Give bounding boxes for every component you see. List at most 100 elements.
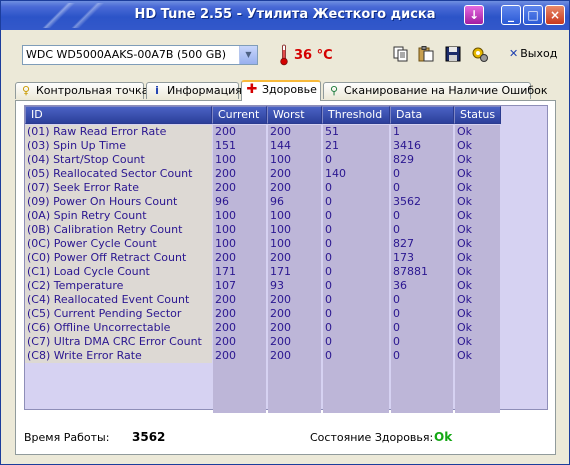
table-row[interactable]: (05) Reallocated Sector Count 200 200 140 0 O…	[25, 167, 495, 181]
cell-threshold: 0	[325, 209, 332, 222]
uptime-value: 3562	[132, 430, 166, 444]
options-icon[interactable]	[471, 45, 489, 63]
copy-icon[interactable]	[392, 45, 410, 63]
column-header-current[interactable]: Current	[212, 106, 267, 124]
cell-data: 173	[393, 251, 414, 264]
cell-threshold: 140	[325, 167, 346, 180]
cell-current: 151	[215, 139, 236, 152]
cell-id: (C7) Ultra DMA CRC Error Count	[25, 335, 212, 349]
health-panel: ID Current Worst Threshold Data Status (…	[15, 100, 556, 455]
tab-label: Контрольная точка	[36, 84, 149, 97]
cell-status: Ok	[457, 265, 473, 278]
table-row[interactable]: (07) Seek Error Rate 200 200 0 0 Ok	[25, 181, 495, 195]
table-row[interactable]: (0A) Spin Retry Count 100 100 0 0 Ok	[25, 209, 495, 223]
cell-id: (0A) Spin Retry Count	[25, 209, 212, 223]
table-row[interactable]: (C7) Ultra DMA CRC Error Count 200 200 0 0 Ok	[25, 335, 495, 349]
title-bar[interactable]: HD Tune 2.55 - Утилита Жесткого диска ↓ …	[1, 1, 569, 30]
cell-current: 200	[215, 293, 236, 306]
cell-data: 36	[393, 279, 407, 292]
cell-worst: 100	[270, 153, 291, 166]
cell-id: (05) Reallocated Sector Count	[25, 167, 212, 181]
cell-status: Ok	[457, 195, 473, 208]
column-header-worst[interactable]: Worst	[267, 106, 322, 124]
cell-threshold: 0	[325, 265, 332, 278]
cell-threshold: 0	[325, 335, 332, 348]
column-header-status[interactable]: Status	[454, 106, 501, 124]
minimize-button[interactable]: _	[501, 5, 521, 25]
smart-table[interactable]: ID Current Worst Threshold Data Status (…	[24, 105, 548, 413]
cell-data: 0	[393, 307, 400, 320]
close-button[interactable]: ×	[545, 5, 565, 25]
cell-id: (03) Spin Up Time	[25, 139, 212, 153]
table-row[interactable]: (C6) Offline Uncorrectable 200 200 0 0 Ok	[25, 321, 495, 335]
tab-label: Информация	[167, 84, 242, 97]
exit-label: Выход	[520, 47, 558, 60]
cell-threshold: 0	[325, 181, 332, 194]
table-row[interactable]: (09) Power On Hours Count 96 96 0 3562 Ok	[25, 195, 495, 209]
drive-select[interactable]: WDC WD5000AAKS-00A7B (500 GB) ▼	[22, 45, 258, 65]
cell-current: 200	[215, 349, 236, 362]
column-header-threshold[interactable]: Threshold	[322, 106, 390, 124]
tab-benchmark[interactable]: ♀ Контрольная точка	[15, 82, 148, 99]
health-cross-icon: ✚	[246, 82, 258, 97]
cell-status: Ok	[457, 321, 473, 334]
cell-threshold: 0	[325, 251, 332, 264]
cell-id: (C6) Offline Uncorrectable	[25, 321, 212, 335]
exit-button[interactable]: ✕ Выход	[509, 47, 557, 60]
tab-label: Сканирование на Наличие Ошибок	[344, 84, 548, 97]
table-row[interactable]: (03) Spin Up Time 151 144 21 3416 Ok	[25, 139, 495, 153]
cell-current: 100	[215, 223, 236, 236]
table-row[interactable]: (C8) Write Error Rate 200 200 0 0 Ok	[25, 349, 495, 363]
column-header-id[interactable]: ID	[25, 106, 212, 124]
cell-current: 96	[215, 195, 229, 208]
download-icon[interactable]: ↓	[464, 5, 484, 25]
table-row[interactable]: (04) Start/Stop Count 100 100 0 829 Ok	[25, 153, 495, 167]
cell-status: Ok	[457, 181, 473, 194]
cell-worst: 100	[270, 223, 291, 236]
cell-data: 829	[393, 153, 414, 166]
table-row[interactable]: (C2) Temperature 107 93 0 36 Ok	[25, 279, 495, 293]
maximize-button[interactable]: □	[523, 5, 543, 25]
column-header-data[interactable]: Data	[390, 106, 454, 124]
magnifier-icon: ⚲	[329, 84, 339, 97]
cell-current: 171	[215, 265, 236, 278]
table-row[interactable]: (C5) Current Pending Sector 200 200 0 0 Ok	[25, 307, 495, 321]
toolbar: WDC WD5000AAKS-00A7B (500 GB) ▼ 36 °C ✕ …	[1, 30, 569, 80]
tab-error-scan[interactable]: ⚲ Сканирование на Наличие Ошибок	[323, 82, 548, 99]
table-row[interactable]: (C4) Reallocated Event Count 200 200 0 0 Ok	[25, 293, 495, 307]
cell-id: (01) Raw Read Error Rate	[25, 125, 212, 139]
cell-worst: 200	[270, 349, 291, 362]
paste-icon[interactable]	[417, 45, 435, 63]
chevron-down-icon[interactable]: ▼	[239, 46, 257, 64]
table-row[interactable]: (01) Raw Read Error Rate 200 200 51 1 Ok	[25, 125, 495, 139]
tab-info[interactable]: i Информация	[146, 82, 242, 99]
health-status-value: Ok	[434, 430, 453, 444]
table-row[interactable]: (0C) Power Cycle Count 100 100 0 827 Ok	[25, 237, 495, 251]
status-footer: Время Работы: 3562 Состояние Здоровья: O…	[24, 419, 548, 447]
save-icon[interactable]	[444, 45, 462, 63]
table-row[interactable]: (C0) Power Off Retract Count 200 200 0 173 Ok	[25, 251, 495, 265]
cell-data: 0	[393, 181, 400, 194]
cell-threshold: 0	[325, 237, 332, 250]
cell-id: (0B) Calibration Retry Count	[25, 223, 212, 237]
cell-worst: 100	[270, 237, 291, 250]
cell-current: 100	[215, 209, 236, 222]
table-row[interactable]: (0B) Calibration Retry Count 100 100 0 0 Ok	[25, 223, 495, 237]
cell-status: Ok	[457, 279, 473, 292]
cell-current: 200	[215, 181, 236, 194]
tab-health[interactable]: ✚ Здоровье	[241, 80, 321, 101]
cell-id: (C1) Load Cycle Count	[25, 265, 212, 279]
cell-id: (C0) Power Off Retract Count	[25, 251, 212, 265]
thermometer-icon	[280, 44, 288, 66]
cell-status: Ok	[457, 223, 473, 236]
table-row[interactable]: (C1) Load Cycle Count 171 171 0 87881 Ok	[25, 265, 495, 279]
cell-data: 0	[393, 209, 400, 222]
cell-current: 100	[215, 153, 236, 166]
cell-id: (C5) Current Pending Sector	[25, 307, 212, 321]
cell-data: 87881	[393, 265, 428, 278]
cell-status: Ok	[457, 209, 473, 222]
cell-worst: 200	[270, 181, 291, 194]
cell-worst: 100	[270, 209, 291, 222]
cell-current: 200	[215, 251, 236, 264]
cell-id: (07) Seek Error Rate	[25, 181, 212, 195]
